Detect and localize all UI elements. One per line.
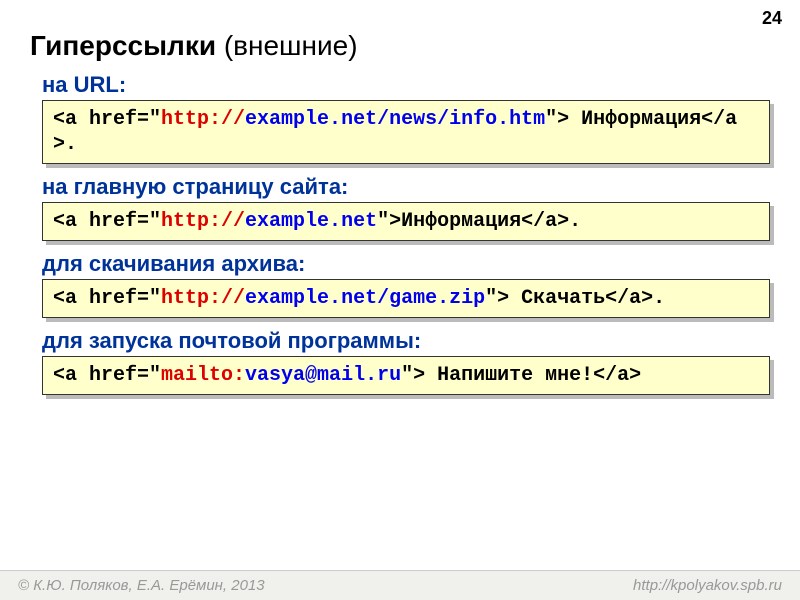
slide-title: Гиперссылки (внешние) — [30, 30, 770, 62]
code-box: <a href="http://example.net/news/info.ht… — [42, 100, 770, 164]
section-label-1: на главную страницу сайта: — [42, 174, 770, 200]
code-box: <a href="mailto:vasya@mail.ru"> Напишите… — [42, 356, 770, 395]
code-example-2: <a href="http://example.net/game.zip"> С… — [42, 279, 770, 318]
section-label-2: для скачивания архива: — [42, 251, 770, 277]
slide-content: Гиперссылки (внешние) на URL: <a href="h… — [0, 0, 800, 395]
section-label-0: на URL: — [42, 72, 770, 98]
page-number: 24 — [762, 8, 782, 29]
code-example-0: <a href="http://example.net/news/info.ht… — [42, 100, 770, 164]
code-example-1: <a href="http://example.net">Информация<… — [42, 202, 770, 241]
title-bold: Гиперссылки — [30, 30, 216, 61]
footer: © К.Ю. Поляков, Е.А. Ерёмин, 2013 http:/… — [0, 570, 800, 600]
footer-copyright: © К.Ю. Поляков, Е.А. Ерёмин, 2013 — [18, 577, 265, 594]
section-label-3: для запуска почтовой программы: — [42, 328, 770, 354]
footer-url: http://kpolyakov.spb.ru — [633, 577, 782, 594]
code-box: <a href="http://example.net">Информация<… — [42, 202, 770, 241]
code-box: <a href="http://example.net/game.zip"> С… — [42, 279, 770, 318]
code-example-3: <a href="mailto:vasya@mail.ru"> Напишите… — [42, 356, 770, 395]
title-rest: (внешние) — [216, 30, 357, 61]
